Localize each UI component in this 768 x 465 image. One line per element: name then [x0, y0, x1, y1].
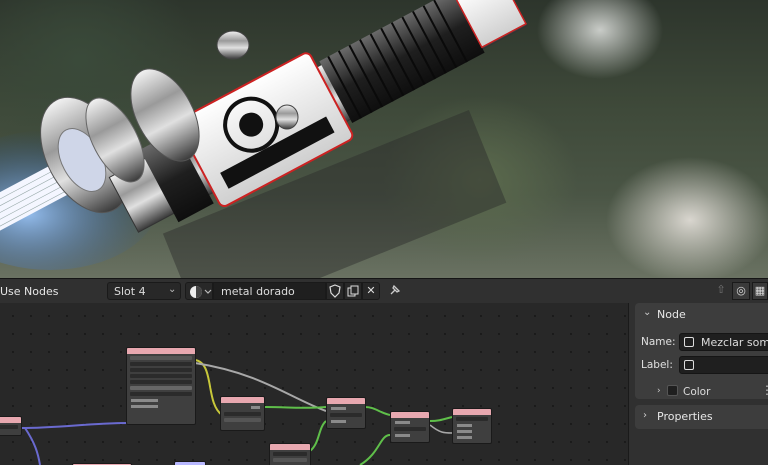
lightsaber-render	[0, 0, 528, 278]
node-icon	[684, 337, 694, 347]
node-icon	[684, 360, 694, 370]
chevron-right-icon[interactable]: ›	[657, 386, 661, 396]
overlay-icon[interactable]: ◎	[732, 282, 750, 300]
node-diffuse-bsdf[interactable]	[220, 396, 265, 431]
label-label: Label:	[641, 359, 673, 371]
node-diffuse-bsdf-2[interactable]	[269, 443, 311, 465]
fake-user-shield-icon[interactable]	[326, 282, 344, 300]
node-texture-coordinate[interactable]	[0, 416, 22, 436]
node-panel-title[interactable]: Node	[657, 308, 686, 321]
node-label-field[interactable]	[679, 356, 768, 374]
properties-panel: › Properties	[635, 405, 768, 429]
close-icon[interactable]: ✕	[362, 282, 380, 300]
node-panel: ⌄ Node Name: Mezclar sombra Label: › Col…	[635, 303, 768, 399]
node-editor-canvas[interactable]	[0, 303, 628, 465]
node-name-text: Mezclar sombra	[701, 336, 768, 349]
properties-panel-title[interactable]: Properties	[657, 410, 713, 423]
node-material-output[interactable]	[452, 408, 492, 444]
pin-icon[interactable]	[386, 282, 404, 300]
more-options-icon[interactable]: ⋮	[761, 383, 768, 397]
parent-node-tree-icon[interactable]: ⇧	[712, 282, 730, 300]
node-links	[19, 359, 453, 465]
material-sphere-icon	[190, 286, 212, 298]
slot-label: Slot 4	[114, 285, 146, 298]
use-nodes-label[interactable]: Use Nodes	[0, 285, 59, 298]
3d-viewport[interactable]	[0, 0, 768, 278]
node-bump[interactable]	[174, 461, 206, 465]
material-name-field[interactable]: metal dorado	[213, 282, 326, 300]
name-label: Name:	[641, 336, 676, 348]
chevron-right-icon[interactable]: ›	[643, 410, 647, 421]
node-sidebar: ⌄ Node Name: Mezclar sombra Label: › Col…	[628, 303, 768, 465]
node-principled-bsdf[interactable]	[126, 347, 196, 425]
chevron-down-icon[interactable]: ⌄	[643, 307, 651, 318]
node-name-field[interactable]: Mezclar sombra	[679, 333, 768, 351]
snap-grid-icon[interactable]: ▦	[752, 282, 768, 300]
material-browse-button[interactable]	[185, 282, 213, 300]
copy-icon[interactable]	[344, 282, 362, 300]
node-editor-header: Use Nodes Slot 4 ⌄ metal dorado ✕ ⇧ ◎ ▦	[0, 278, 768, 303]
chevron-down-icon: ⌄	[168, 284, 177, 295]
color-label: Color	[683, 386, 711, 398]
material-name-text: metal dorado	[221, 285, 295, 298]
node-mix-shader-2[interactable]	[390, 411, 430, 443]
node-mix-shader-1[interactable]	[326, 397, 366, 429]
slot-selector[interactable]: Slot 4 ⌄	[107, 282, 181, 300]
color-checkbox[interactable]	[667, 385, 678, 396]
